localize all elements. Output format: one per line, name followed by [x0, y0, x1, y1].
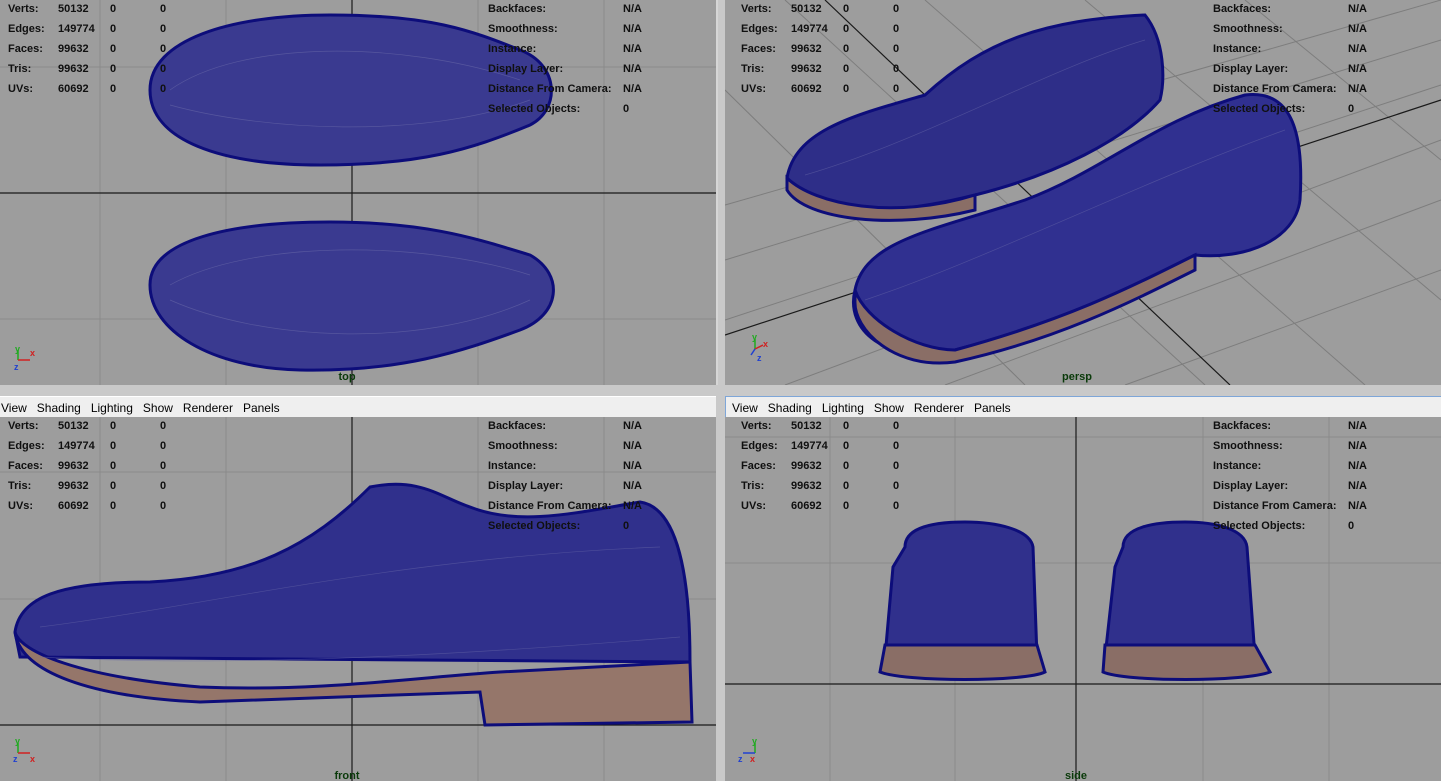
- hud-poly-count-front: Verts: 50132 0 0 Edges: 149774 0 0 Faces: 99632…: [8, 420, 167, 512]
- menu-show[interactable]: Show: [138, 401, 178, 415]
- hud-row: Verts: 50132 0 0: [8, 3, 167, 15]
- hud-row: Edges: 149774 0 0: [8, 23, 167, 35]
- menu-lighting[interactable]: Lighting: [86, 401, 138, 415]
- svg-text:z: z: [13, 754, 18, 764]
- hud-object-details-persp: Backfaces: N/A Smoothness: N/A Instance: N/…: [1213, 3, 1367, 115]
- menu-renderer[interactable]: Renderer: [178, 401, 238, 415]
- menu-shading[interactable]: Shading: [763, 401, 817, 415]
- hud-row: UVs: 60692 0 0: [8, 83, 167, 95]
- svg-text:x: x: [30, 348, 35, 358]
- viewport-persp[interactable]: Verts: 50132 0 0 Edges: 149774 0 0 Faces: 99632…: [725, 0, 1441, 385]
- menu-show[interactable]: Show: [869, 401, 909, 415]
- view-label-top: top: [338, 371, 356, 383]
- hud-poly-count-persp: Verts: 50132 0 0 Edges: 149774 0 0 Faces: 99632…: [741, 3, 900, 95]
- viewport-front[interactable]: Verts: 50132 0 0 Edges: 149774 0 0 Faces: 99632…: [0, 417, 716, 781]
- menu-panels[interactable]: Panels: [238, 401, 285, 415]
- hud-poly-count-side: Verts: 50132 0 0 Edges: 149774 0 0 Faces: 99632…: [741, 420, 900, 512]
- svg-text:y: y: [15, 736, 20, 746]
- menu-view[interactable]: View: [726, 401, 763, 415]
- svg-text:z: z: [738, 754, 743, 764]
- hud-object-details-front: Backfaces: N/A Smoothness: N/A Instance: N/…: [488, 420, 642, 532]
- menu-panels[interactable]: Panels: [969, 401, 1016, 415]
- hud-object-details-top: Backfaces: N/A Smoothness: N/A Instance: N/…: [488, 3, 642, 115]
- view-label-side: side: [1064, 770, 1088, 781]
- svg-text:x: x: [763, 339, 768, 349]
- view-label-persp: persp: [1062, 371, 1092, 383]
- menu-renderer[interactable]: Renderer: [909, 401, 969, 415]
- axis-gizmo-icon: y x z: [14, 344, 35, 372]
- svg-text:y: y: [752, 333, 757, 342]
- hud-row: Tris: 99632 0 0: [8, 63, 167, 75]
- svg-text:y: y: [752, 736, 757, 746]
- svg-text:x: x: [750, 754, 755, 764]
- axis-gizmo-icon: y x z: [750, 333, 768, 363]
- axis-gizmo-icon: y z x: [13, 736, 35, 764]
- menu-view[interactable]: View: [0, 401, 32, 415]
- hud-object-details-side: Backfaces: N/A Smoothness: N/A Instance: N/…: [1213, 420, 1367, 532]
- hud-poly-count-top: Verts: 50132 0 0 Edges: 149774 0 0 Faces: 99632…: [8, 0, 180, 99]
- axis-gizmo-icon: y z x: [738, 736, 757, 764]
- svg-text:y: y: [15, 344, 20, 354]
- viewport-side[interactable]: Verts: 50132 0 0 Edges: 149774 0 0 Faces: 99632…: [725, 417, 1441, 781]
- hud-row: Faces: 99632 0 0: [8, 43, 167, 55]
- svg-text:z: z: [757, 353, 762, 363]
- viewport-top[interactable]: Verts: 50132 0 0 Edges: 149774 0 0 Faces: 99632…: [0, 0, 718, 385]
- menu-shading[interactable]: Shading: [32, 401, 86, 415]
- view-label-front: front: [334, 770, 360, 781]
- side-shoe-mesh: [878, 520, 1273, 681]
- menu-lighting[interactable]: Lighting: [817, 401, 869, 415]
- svg-text:x: x: [30, 754, 35, 764]
- svg-text:z: z: [14, 362, 19, 372]
